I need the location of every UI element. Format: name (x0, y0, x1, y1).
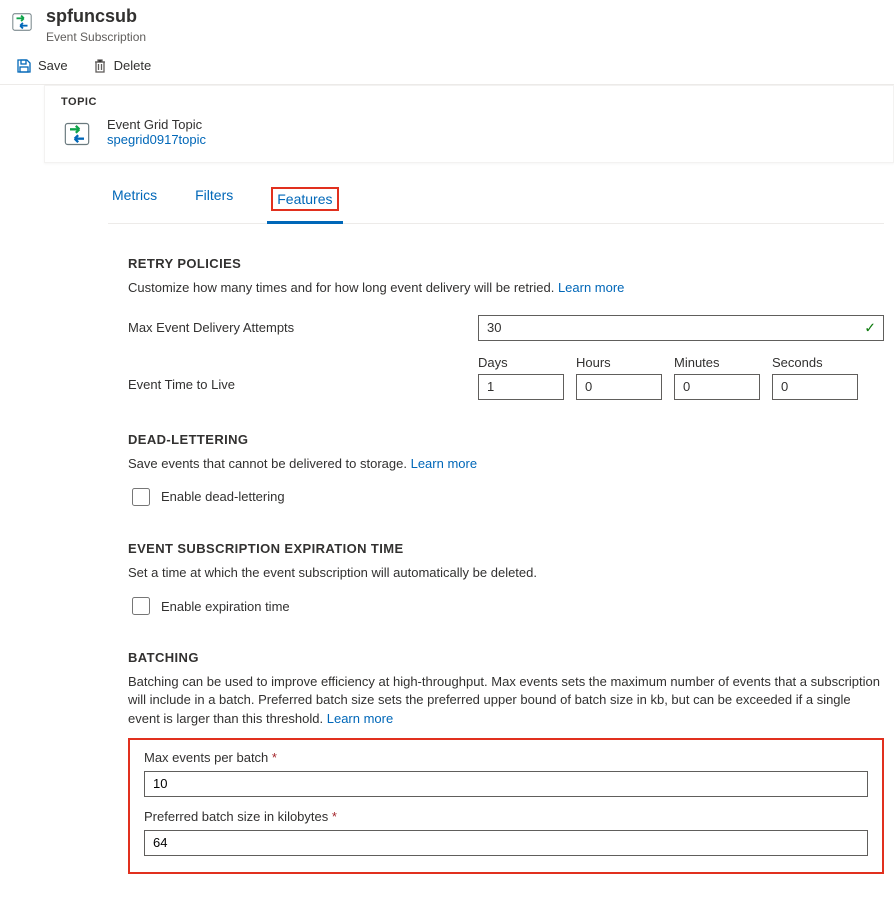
delete-label: Delete (114, 58, 152, 73)
topic-type: Event Grid Topic (107, 117, 206, 132)
tab-metrics[interactable]: Metrics (108, 181, 161, 223)
batch-size-input[interactable] (144, 830, 868, 856)
batching-desc: Batching can be used to improve efficien… (128, 673, 884, 728)
page-header: spfuncsub Event Subscription (0, 0, 894, 52)
max-attempts-input[interactable] (478, 315, 884, 341)
command-bar: Save Delete (0, 52, 894, 85)
max-events-input[interactable] (144, 771, 868, 797)
deadletter-checkbox-label: Enable dead-lettering (161, 489, 285, 504)
deadletter-checkbox-row: Enable dead-lettering (128, 485, 884, 509)
ttl-minutes-input[interactable] (674, 374, 760, 400)
tab-bar: Metrics Filters Features (108, 181, 884, 224)
save-icon (16, 58, 32, 74)
deadletter-section: DEAD-LETTERING Save events that cannot b… (108, 432, 884, 509)
max-attempts-row: Max Event Delivery Attempts (128, 315, 884, 341)
ttl-days-input[interactable] (478, 374, 564, 400)
page-subtitle: Event Subscription (46, 30, 146, 44)
required-asterisk: * (332, 809, 337, 824)
topic-section-label: TOPIC (61, 96, 877, 108)
deadletter-title: DEAD-LETTERING (128, 432, 884, 447)
save-button[interactable]: Save (12, 56, 72, 76)
save-label: Save (38, 58, 68, 73)
batching-section: BATCHING Batching can be used to improve… (108, 650, 884, 874)
required-asterisk: * (272, 750, 277, 765)
deadletter-desc: Save events that cannot be delivered to … (128, 455, 884, 473)
batch-size-group: Preferred batch size in kilobytes * (144, 809, 868, 856)
ttl-hours-col: Hours (576, 355, 662, 400)
max-events-label: Max events per batch * (144, 750, 868, 765)
batch-size-label: Preferred batch size in kilobytes * (144, 809, 868, 824)
expiration-checkbox-row: Enable expiration time (128, 594, 884, 618)
ttl-seconds-input[interactable] (772, 374, 858, 400)
ttl-hours-input[interactable] (576, 374, 662, 400)
tab-filters[interactable]: Filters (191, 181, 237, 223)
retry-policies-section: RETRY POLICIES Customize how many times … (108, 256, 884, 400)
eventgrid-topic-icon (61, 118, 93, 150)
batching-highlight-box: Max events per batch * Preferred batch s… (128, 738, 884, 874)
expiration-checkbox-label: Enable expiration time (161, 599, 290, 614)
title-block: spfuncsub Event Subscription (46, 6, 146, 44)
ttl-seconds-col: Seconds (772, 355, 858, 400)
ttl-row: Event Time to Live Days Hours Minutes Se… (128, 355, 884, 400)
delete-icon (92, 58, 108, 74)
ttl-days-label: Days (478, 355, 564, 370)
page-title: spfuncsub (46, 6, 146, 28)
expiration-desc: Set a time at which the event subscripti… (128, 564, 884, 582)
max-attempts-label: Max Event Delivery Attempts (128, 320, 478, 335)
batching-learn-more-link[interactable]: Learn more (327, 711, 393, 726)
ttl-days-col: Days (478, 355, 564, 400)
delete-button[interactable]: Delete (88, 56, 156, 76)
deadletter-checkbox[interactable] (132, 488, 150, 506)
ttl-minutes-label: Minutes (674, 355, 760, 370)
ttl-minutes-col: Minutes (674, 355, 760, 400)
retry-title: RETRY POLICIES (128, 256, 884, 271)
max-events-group: Max events per batch * (144, 750, 868, 797)
topic-text: Event Grid Topic spegrid0917topic (107, 117, 206, 147)
ttl-seconds-label: Seconds (772, 355, 858, 370)
eventgrid-icon (10, 10, 34, 34)
retry-learn-more-link[interactable]: Learn more (558, 280, 624, 295)
retry-desc: Customize how many times and for how lon… (128, 279, 884, 297)
batching-title: BATCHING (128, 650, 884, 665)
ttl-label: Event Time to Live (128, 355, 478, 392)
expiration-checkbox[interactable] (132, 597, 150, 615)
main-content: Metrics Filters Features RETRY POLICIES … (0, 163, 894, 904)
topic-link[interactable]: spegrid0917topic (107, 132, 206, 147)
topic-card: TOPIC Event Grid Topic spegrid0917topic (44, 85, 894, 163)
ttl-hours-label: Hours (576, 355, 662, 370)
expiration-section: EVENT SUBSCRIPTION EXPIRATION TIME Set a… (108, 541, 884, 618)
expiration-title: EVENT SUBSCRIPTION EXPIRATION TIME (128, 541, 884, 556)
max-attempts-wrapper (478, 315, 884, 341)
tab-features[interactable]: Features (267, 181, 342, 224)
deadletter-learn-more-link[interactable]: Learn more (411, 456, 477, 471)
tab-features-label: Features (271, 187, 338, 211)
